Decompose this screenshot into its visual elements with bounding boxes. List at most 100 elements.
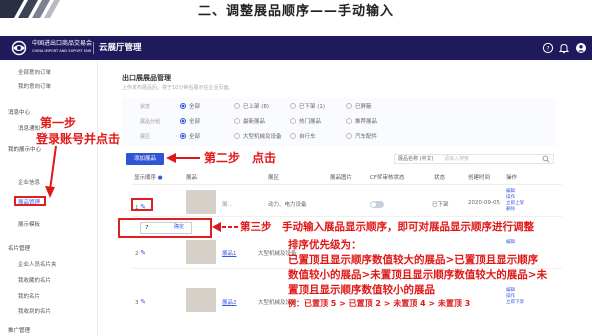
sidebar-group-cards[interactable]: 名片管理	[8, 244, 30, 252]
filter-zone-all[interactable]: 全部	[180, 132, 200, 140]
radio-icon	[290, 103, 296, 109]
column-header-created: 创建时间	[468, 175, 491, 181]
add-exhibit-button[interactable]: 添加展品	[126, 153, 164, 165]
filter-label-zone: 展区	[140, 134, 151, 140]
filter-zone-auto-parts[interactable]: 汽车配件	[346, 132, 377, 140]
edit-pencil-icon[interactable]: ✎	[140, 298, 146, 306]
radio-icon	[346, 133, 352, 139]
sidebar-item-saved-cards[interactable]: 我收藏的名片	[18, 276, 51, 284]
action-edit[interactable]: 编辑	[506, 240, 515, 246]
radio-icon	[180, 118, 186, 124]
search-input[interactable]: 请输入搜索	[444, 155, 469, 162]
canton-fair-logo-icon	[11, 40, 27, 56]
page-subtitle: 上传发布展品后，将于10分钟后展示在企业页面。	[122, 85, 234, 91]
filter-label-group: 展品分组	[140, 119, 161, 125]
step3-arrow-icon	[212, 222, 238, 232]
exhibit-thumbnail	[186, 288, 216, 312]
exhibit-name[interactable]: 展...	[222, 200, 233, 208]
exhibit-thumbnail	[186, 190, 216, 214]
radio-icon	[290, 118, 296, 124]
action-unlist[interactable]: 立即下架	[506, 300, 524, 306]
filter-status-blocked[interactable]: 已屏蔽	[346, 102, 372, 110]
row-actions: 编辑	[506, 240, 515, 246]
step1-annotation-title: 第一步	[40, 116, 77, 130]
radio-icon	[346, 118, 352, 124]
radio-icon	[346, 103, 352, 109]
page-title: 出口展展品管理	[122, 74, 171, 82]
user-icon[interactable]	[575, 42, 587, 54]
search-icon[interactable]	[542, 155, 550, 163]
filter-label-status: 状态	[140, 104, 151, 110]
radio-icon	[180, 103, 186, 109]
sidebar-group-messages[interactable]: 消息中心	[8, 108, 30, 116]
sidebar-item-my-card[interactable]: 我的名片	[18, 292, 40, 300]
slide-title: 二、调整展品顺序——手动输入	[197, 4, 394, 19]
sidebar-item-received-cards[interactable]: 我收到的名片	[18, 307, 51, 315]
column-header-status: 状态	[434, 175, 446, 181]
step1-arrow-icon	[45, 146, 57, 198]
step2-annotation: 第二步 点击	[204, 151, 277, 165]
row-order-value: 3 ✎	[135, 298, 147, 306]
cf-status-toggle[interactable]	[370, 201, 384, 208]
exhibit-name[interactable]: 展品1	[222, 249, 237, 257]
help-icon[interactable]: ?	[542, 42, 554, 54]
radio-icon	[180, 133, 186, 139]
order-edit-highlight	[131, 198, 153, 211]
sidebar-item-company-info[interactable]: 企业信息	[18, 178, 40, 186]
row-actions: 编辑 操作 立即上架 删除	[506, 189, 524, 213]
logo-text-en: CHINA IMPORT AND EXPORT FAIR	[32, 49, 92, 53]
topbar-divider	[93, 42, 94, 54]
sidebar-item-my-orders[interactable]: 我的意向订单	[18, 82, 51, 90]
filter-zone-bicycle[interactable]: 自行车	[290, 132, 316, 140]
filter-status-unlisted[interactable]: 已下架 (1)	[290, 102, 325, 110]
filter-group-latest[interactable]: 最新展品	[234, 117, 265, 125]
row-order-value: 2 ✎	[135, 249, 147, 257]
sort-rule-line3: 置顶且显示顺序数值较小的展品	[288, 284, 435, 296]
exhibit-name[interactable]: 展品2	[222, 298, 237, 306]
sidebar-item-staff-cards[interactable]: 企业人员名片夹	[18, 260, 57, 268]
exhibit-status: 已下架	[432, 202, 449, 208]
column-header-image: 展品图片	[330, 175, 353, 181]
column-header-cf-status: CF奖审核状态	[370, 175, 405, 181]
filter-group-hot[interactable]: 热门展品	[290, 117, 321, 125]
bell-icon[interactable]	[558, 42, 570, 54]
sort-icon[interactable]: ●	[158, 175, 163, 181]
created-date: 2020-09-05	[468, 200, 500, 206]
logo-text-cn: 中国进出口商品交易会	[32, 40, 93, 47]
sort-rule-line1: 已置顶且显示顺序数值较大的展品>已置顶且显示顺序	[288, 254, 539, 266]
column-header-actions: 操作	[506, 175, 518, 181]
exhibit-zone: 动力、电力设备	[268, 202, 307, 208]
edit-pencil-icon[interactable]: ✎	[140, 249, 146, 257]
sidebar-active-highlight	[14, 196, 46, 206]
filter-group-all[interactable]: 全部	[180, 117, 200, 125]
radio-icon	[234, 118, 240, 124]
sidebar-item-all-orders[interactable]: 全部意向订单	[18, 68, 51, 76]
step1-annotation-text: 登录账号并点击	[36, 132, 121, 146]
radio-icon	[234, 133, 240, 139]
search-field-select[interactable]: 展品名称 (中文)	[398, 155, 434, 162]
svg-text:?: ?	[546, 45, 549, 52]
app-title: 云展厅管理	[99, 43, 142, 53]
sidebar-group-promotion[interactable]: 推广管理	[8, 326, 30, 334]
action-delete[interactable]: 删除	[506, 207, 524, 213]
sidebar-item-templates[interactable]: 展示模板	[18, 220, 40, 228]
radio-icon	[290, 133, 296, 139]
filter-group-recommended[interactable]: 推荐展品	[346, 117, 377, 125]
step3-annotation: 第三步 手动输入展品显示顺序，即可对展品显示顺序进行调整	[240, 221, 534, 233]
filter-status-all[interactable]: 全部	[180, 102, 200, 110]
sort-rule-title: 排序优先级为：	[288, 239, 362, 251]
order-number-input[interactable]: 7	[140, 222, 192, 234]
order-confirm-button[interactable]: 确定	[174, 223, 184, 230]
step2-arrow-icon	[166, 153, 200, 163]
radio-icon	[234, 103, 240, 109]
row-divider	[132, 216, 562, 217]
filter-zone-machinery[interactable]: 大型机械及设备	[234, 132, 282, 140]
sort-rule-example: 例：已置顶 5 > 已置顶 2 > 未置顶 4 > 未置顶 3	[288, 299, 471, 308]
filter-status-listed[interactable]: 已上架 (8)	[234, 102, 269, 110]
column-header-zone: 展区	[268, 175, 280, 181]
exhibit-thumbnail	[186, 240, 216, 264]
sort-rule-line2: 数值较小的展品>未置顶且显示顺序数值较大的展品>未	[288, 269, 548, 281]
column-header-order[interactable]: 显示顺序 ●	[134, 173, 163, 181]
column-header-exhibit: 展品	[186, 175, 198, 181]
row-actions: 编辑 操作 立即下架	[506, 288, 524, 306]
